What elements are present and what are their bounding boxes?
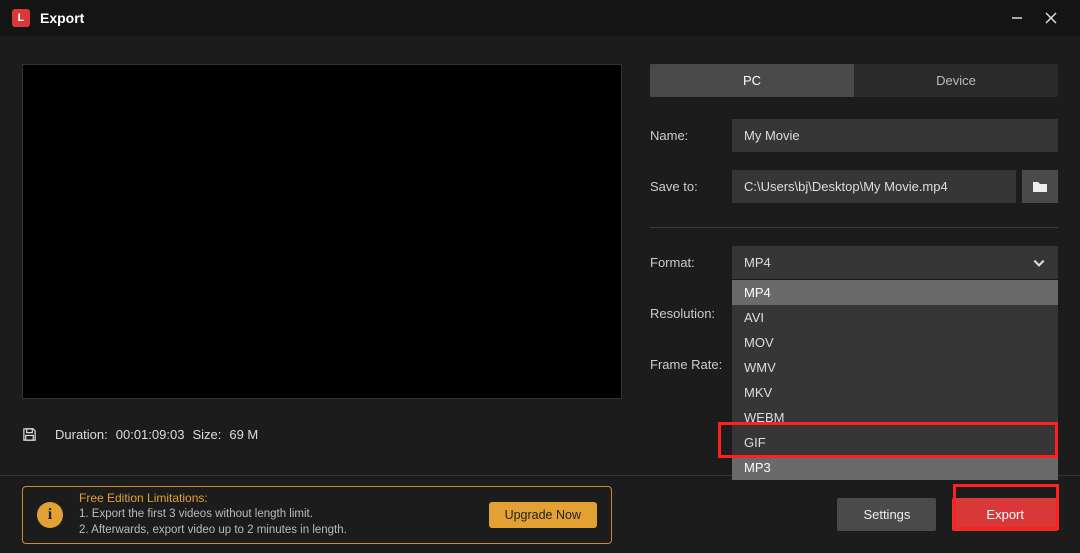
section-divider	[650, 227, 1058, 228]
export-button[interactable]: Export	[952, 498, 1058, 531]
format-select-value: MP4	[744, 255, 771, 270]
info-icon: i	[37, 502, 63, 528]
saveto-input[interactable]	[732, 170, 1016, 203]
format-label: Format:	[650, 255, 732, 270]
size-value: 69 M	[229, 427, 258, 442]
format-option-avi[interactable]: AVI	[732, 305, 1058, 330]
folder-icon	[1032, 180, 1048, 194]
output-tabs: PC Device	[650, 64, 1058, 97]
limitations-line-2: 2. Afterwards, export video up to 2 minu…	[79, 523, 473, 539]
format-option-mov[interactable]: MOV	[732, 330, 1058, 355]
bottom-bar: i Free Edition Limitations: 1. Export th…	[0, 475, 1080, 553]
size-label: Size:	[192, 427, 221, 442]
name-input[interactable]	[732, 119, 1058, 152]
tab-pc[interactable]: PC	[650, 64, 854, 97]
name-label: Name:	[650, 128, 732, 143]
tab-device[interactable]: Device	[854, 64, 1058, 97]
settings-button[interactable]: Settings	[837, 498, 936, 531]
format-option-webm[interactable]: WEBM	[732, 405, 1058, 430]
app-icon: L	[12, 9, 30, 27]
framerate-label: Frame Rate:	[650, 357, 732, 372]
format-option-mp4[interactable]: MP4	[732, 280, 1058, 305]
format-option-gif[interactable]: GIF	[732, 430, 1058, 455]
upgrade-button[interactable]: Upgrade Now	[489, 502, 597, 528]
minimize-button[interactable]	[1000, 0, 1034, 36]
close-icon	[1045, 12, 1057, 24]
format-option-mp3[interactable]: MP3	[732, 455, 1058, 480]
limitations-line-1: 1. Export the first 3 videos without len…	[79, 507, 473, 523]
format-dropdown: MP4 AVI MOV WMV MKV WEBM GIF MP3	[732, 280, 1058, 480]
preview-info: Duration: 00:01:09:03 Size: 69 M	[22, 427, 622, 442]
minimize-icon	[1011, 12, 1023, 24]
title-bar: L Export	[0, 0, 1080, 36]
video-preview	[22, 64, 622, 399]
close-button[interactable]	[1034, 0, 1068, 36]
limitations-title: Free Edition Limitations:	[79, 491, 473, 505]
format-option-mkv[interactable]: MKV	[732, 380, 1058, 405]
duration-label: Duration:	[55, 427, 108, 442]
browse-button[interactable]	[1022, 170, 1058, 203]
format-option-wmv[interactable]: WMV	[732, 355, 1058, 380]
window-title: Export	[40, 10, 1000, 26]
duration-value: 00:01:09:03	[116, 427, 185, 442]
format-select[interactable]: MP4 MP4 AVI MOV WMV MKV WEBM GIF MP3	[732, 246, 1058, 279]
limitations-box: i Free Edition Limitations: 1. Export th…	[22, 486, 612, 544]
resolution-label: Resolution:	[650, 306, 732, 321]
chevron-down-icon	[1032, 256, 1046, 270]
saveto-label: Save to:	[650, 179, 732, 194]
save-icon	[22, 427, 37, 442]
